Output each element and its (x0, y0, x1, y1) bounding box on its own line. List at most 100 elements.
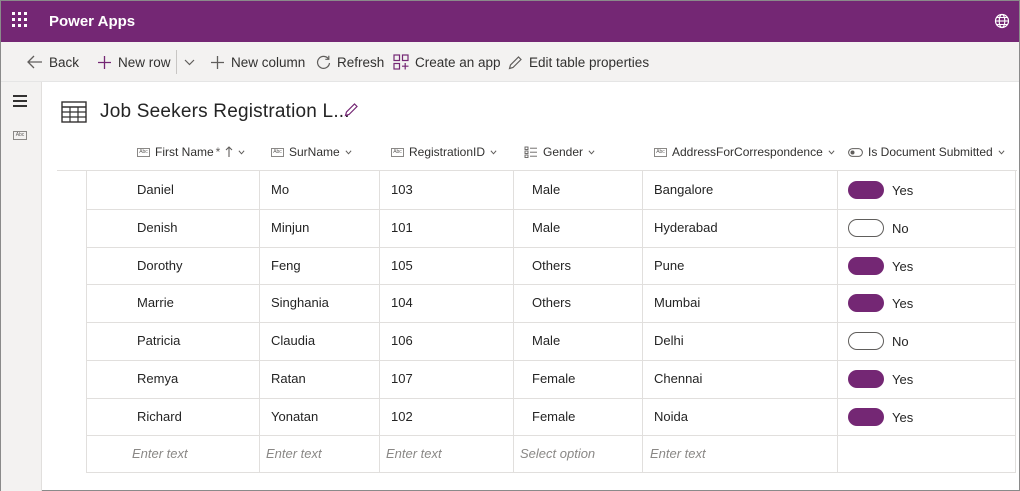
toggle-switch[interactable] (848, 408, 884, 426)
cell-gender[interactable]: Male (532, 209, 560, 247)
cell-doc-submitted[interactable]: Yes (848, 398, 913, 436)
waffle-icon[interactable] (12, 12, 29, 29)
new-row-label: New row (118, 54, 171, 70)
cell-address[interactable]: Delhi (654, 322, 684, 360)
toggle-switch[interactable] (848, 181, 884, 199)
cell-surname[interactable]: Feng (271, 247, 301, 285)
new-row-first-name-input[interactable]: Enter text (132, 435, 188, 473)
cell-doc-submitted[interactable]: Yes (848, 360, 913, 398)
refresh-button[interactable]: Refresh (316, 42, 384, 82)
toggle-label: No (892, 220, 909, 236)
cell-doc-submitted[interactable]: No (848, 322, 909, 360)
cell-doc-submitted[interactable]: No (848, 209, 909, 247)
table-header: Job Seekers Registration L... (61, 97, 350, 127)
cell-surname[interactable]: Mo (271, 171, 289, 209)
cell-address[interactable]: Chennai (654, 360, 702, 398)
plus-icon (98, 55, 111, 69)
app-title[interactable]: Power Apps (49, 13, 135, 30)
column-label: AddressForCorrespondence (672, 145, 823, 159)
hamburger-icon[interactable] (13, 95, 27, 110)
environment-icon[interactable] (993, 12, 1011, 30)
cell-first-name[interactable]: Marrie (137, 284, 174, 322)
cell-address[interactable]: Pune (654, 247, 684, 285)
cell-registration-id[interactable]: 102 (391, 398, 413, 436)
cell-first-name[interactable]: Denish (137, 209, 177, 247)
cell-doc-submitted[interactable]: Yes (848, 247, 913, 285)
chevron-down-icon (184, 59, 195, 65)
choice-column-icon (524, 146, 537, 158)
text-field-icon[interactable]: Abc (13, 131, 27, 140)
cell-address[interactable]: Bangalore (654, 171, 713, 209)
table-title: Job Seekers Registration L... (100, 101, 350, 122)
toggle-switch[interactable] (848, 219, 884, 237)
column-divider (1015, 171, 1016, 473)
new-row-address-input[interactable]: Enter text (650, 435, 706, 473)
cell-gender[interactable]: Female (532, 398, 575, 436)
edit-table-label: Edit table properties (529, 54, 650, 70)
toggle-label: Yes (892, 409, 914, 425)
cell-gender[interactable]: Male (532, 171, 560, 209)
cell-registration-id[interactable]: 104 (391, 284, 413, 322)
chevron-down-icon (828, 149, 835, 155)
cell-first-name[interactable]: Richard (137, 398, 182, 436)
column-header-gender[interactable]: Gender (524, 133, 595, 171)
edit-table-properties-button[interactable]: Edit table properties (508, 42, 649, 82)
new-column-button[interactable]: New column (210, 42, 305, 82)
new-column-label: New column (231, 54, 306, 70)
column-label: Gender (543, 145, 584, 159)
cell-first-name[interactable]: Dorothy (137, 247, 183, 285)
new-row-dropdown[interactable] (184, 42, 195, 82)
cell-doc-submitted[interactable]: Yes (848, 284, 913, 322)
text-column-icon: Abc (391, 147, 404, 157)
new-row-gender-select[interactable]: Select option (520, 435, 595, 473)
new-row-surname-input[interactable]: Enter text (266, 435, 322, 473)
create-app-button[interactable]: Create an app (393, 42, 501, 82)
pencil-icon[interactable] (344, 102, 359, 117)
new-row-button[interactable]: New row (97, 42, 171, 82)
chevron-down-icon (345, 149, 352, 155)
left-rail: Abc (1, 82, 42, 491)
toggle-switch[interactable] (848, 332, 884, 350)
back-button[interactable]: Back (27, 42, 79, 82)
column-header-address[interactable]: Abc AddressForCorrespondence (654, 133, 835, 171)
plus-icon (211, 55, 224, 69)
cell-registration-id[interactable]: 105 (391, 247, 413, 285)
cell-registration-id[interactable]: 103 (391, 171, 413, 209)
column-header-registration-id[interactable]: Abc RegistrationID (391, 133, 497, 171)
create-app-icon (393, 54, 409, 70)
toggle-switch[interactable] (848, 294, 884, 312)
toggle-label: Yes (892, 182, 914, 198)
column-label: RegistrationID (409, 145, 486, 159)
column-header-doc-submitted[interactable]: Is Document Submitted (848, 133, 1005, 171)
cell-surname[interactable]: Claudia (271, 322, 315, 360)
cell-registration-id[interactable]: 101 (391, 209, 413, 247)
cell-address[interactable]: Hyderabad (654, 209, 718, 247)
cell-surname[interactable]: Ratan (271, 360, 306, 398)
cell-first-name[interactable]: Patricia (137, 322, 180, 360)
cell-gender[interactable]: Male (532, 322, 560, 360)
cell-gender[interactable]: Female (532, 360, 575, 398)
column-header-surname[interactable]: Abc SurName (271, 133, 352, 171)
cell-registration-id[interactable]: 106 (391, 322, 413, 360)
toggle-label: Yes (892, 258, 914, 274)
cell-gender[interactable]: Others (532, 247, 571, 285)
cell-address[interactable]: Mumbai (654, 284, 700, 322)
cell-surname[interactable]: Singhania (271, 284, 329, 322)
cell-surname[interactable]: Yonatan (271, 398, 318, 436)
cell-doc-submitted[interactable]: Yes (848, 171, 913, 209)
toggle-label: No (892, 333, 909, 349)
new-row-registration-id-input[interactable]: Enter text (386, 435, 442, 473)
cell-surname[interactable]: Minjun (271, 209, 309, 247)
cell-address[interactable]: Noida (654, 398, 688, 436)
toggle-switch[interactable] (848, 257, 884, 275)
toggle-switch[interactable] (848, 370, 884, 388)
column-header-first-name[interactable]: Abc First Name * (137, 133, 245, 171)
command-bar: Back New row New column Refresh Create a… (1, 42, 1019, 82)
cell-gender[interactable]: Others (532, 284, 571, 322)
cell-first-name[interactable]: Remya (137, 360, 178, 398)
chevron-down-icon (588, 149, 595, 155)
cell-registration-id[interactable]: 107 (391, 360, 413, 398)
cell-first-name[interactable]: Daniel (137, 171, 174, 209)
column-label: SurName (289, 145, 340, 159)
refresh-label: Refresh (337, 54, 385, 70)
